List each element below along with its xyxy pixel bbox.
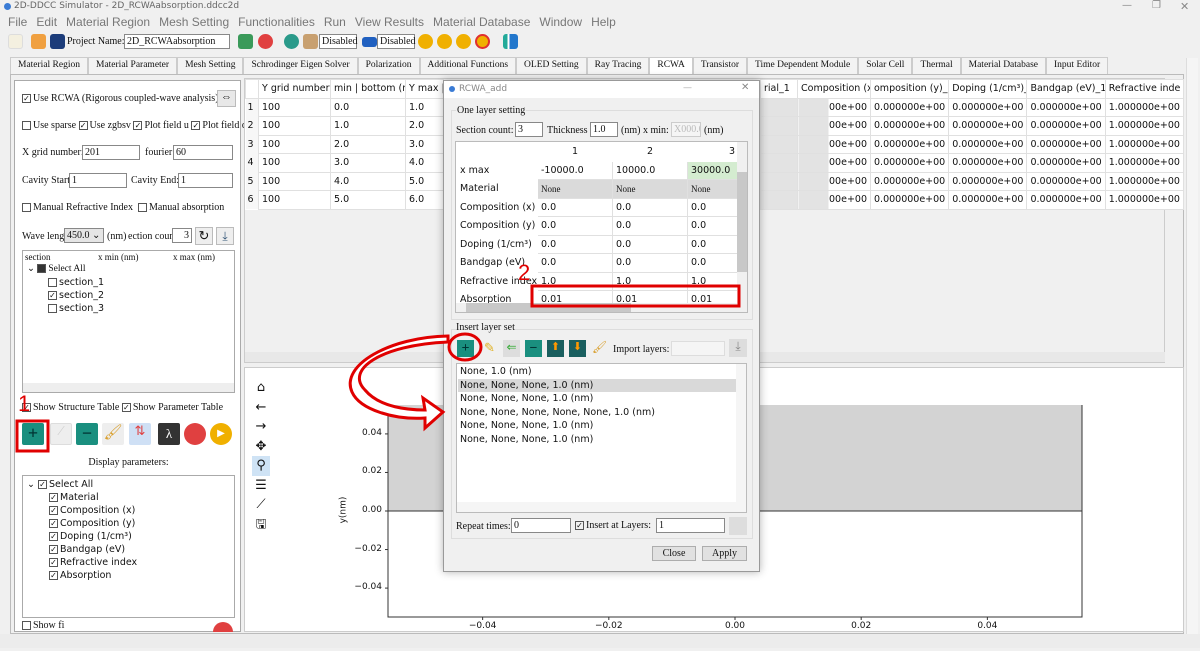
annotation-box-2 — [530, 284, 741, 308]
annotation-layer — [15, 284, 741, 453]
annotation-box-1 — [15, 419, 50, 453]
step-1-label: 1 — [18, 391, 31, 416]
annotation-curved-arrow — [348, 334, 450, 432]
annotation-circle — [447, 332, 483, 362]
step-2-label: 2 — [518, 260, 531, 285]
